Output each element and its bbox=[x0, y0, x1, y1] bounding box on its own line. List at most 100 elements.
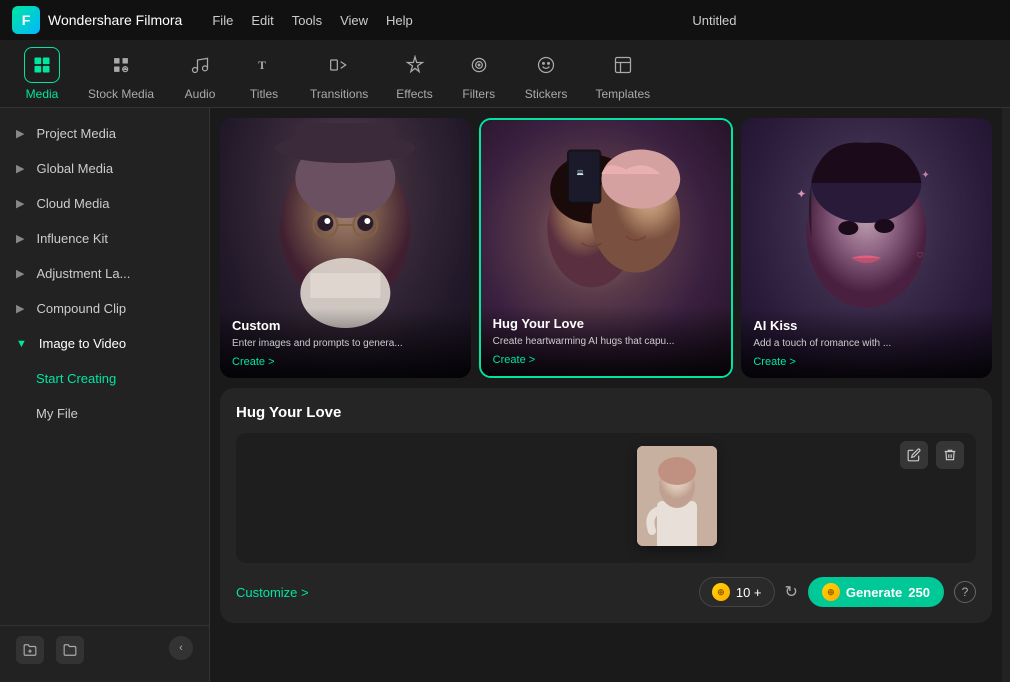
filters-icon bbox=[461, 47, 497, 83]
card-hug-your-love-create[interactable]: Create > bbox=[493, 354, 720, 366]
sidebar-item-image-to-video[interactable]: ▼ Image to Video bbox=[0, 326, 209, 361]
ai-panel: Hug Your Love bbox=[220, 388, 992, 623]
sidebar-item-influence-kit[interactable]: ▶ Influence Kit bbox=[0, 221, 209, 256]
arrow-icon: ▶ bbox=[16, 302, 24, 315]
coin-icon: ⊕ bbox=[712, 583, 730, 601]
tab-transitions-label: Transitions bbox=[310, 87, 368, 101]
content-area: Custom Enter images and prompts to gener… bbox=[210, 108, 1002, 682]
sidebar-item-my-file-label: My File bbox=[36, 406, 78, 421]
customize-button[interactable]: Customize > bbox=[236, 585, 309, 600]
app-name: Wondershare Filmora bbox=[48, 12, 182, 28]
tab-media-label: Media bbox=[26, 87, 59, 101]
effects-icon bbox=[397, 47, 433, 83]
sidebar-item-compound-clip-label: Compound Clip bbox=[36, 301, 126, 316]
uploaded-image bbox=[637, 446, 717, 546]
transitions-icon bbox=[321, 47, 357, 83]
media-icon bbox=[24, 47, 60, 83]
app-logo: F bbox=[12, 6, 40, 34]
arrow-icon: ▶ bbox=[16, 127, 24, 140]
titlebar: F Wondershare Filmora File Edit Tools Vi… bbox=[0, 0, 1010, 40]
tab-stickers-label: Stickers bbox=[525, 87, 568, 101]
card-ai-kiss[interactable]: ✦ ✦ ♡ AI Kiss Add a touch of romance wit… bbox=[741, 118, 992, 378]
coins-count: 10 + bbox=[736, 585, 762, 600]
menu-edit[interactable]: Edit bbox=[251, 13, 273, 28]
card-hug-your-love[interactable]: 💻 Hug Your Love Create heartwarming AI h… bbox=[479, 118, 734, 378]
sidebar-item-global-media[interactable]: ▶ Global Media bbox=[0, 151, 209, 186]
tab-stock-media-label: Stock Media bbox=[88, 87, 154, 101]
help-icon[interactable]: ? bbox=[954, 581, 976, 603]
arrow-icon: ▶ bbox=[16, 162, 24, 175]
menu-view[interactable]: View bbox=[340, 13, 368, 28]
tab-audio-label: Audio bbox=[185, 87, 216, 101]
audio-icon bbox=[182, 47, 218, 83]
menu-file[interactable]: File bbox=[212, 13, 233, 28]
project-title: Untitled bbox=[431, 13, 998, 28]
card-custom-create[interactable]: Create > bbox=[232, 356, 459, 368]
sidebar-item-cloud-media[interactable]: ▶ Cloud Media bbox=[0, 186, 209, 221]
svg-text:✦: ✦ bbox=[797, 187, 807, 201]
ai-panel-title: Hug Your Love bbox=[236, 404, 976, 421]
edit-image-button[interactable] bbox=[900, 441, 928, 469]
generate-button[interactable]: ⊕ Generate 250 bbox=[808, 577, 944, 607]
tab-templates-label: Templates bbox=[595, 87, 650, 101]
cards-row: Custom Enter images and prompts to gener… bbox=[210, 108, 1002, 388]
coins-button[interactable]: ⊕ 10 + bbox=[699, 577, 775, 607]
sidebar-item-project-media-label: Project Media bbox=[36, 126, 115, 141]
menu-tools[interactable]: Tools bbox=[292, 13, 322, 28]
sidebar-footer: ‹ bbox=[0, 625, 209, 674]
generate-coin-icon: ⊕ bbox=[822, 583, 840, 601]
sidebar-item-start-creating-label: Start Creating bbox=[36, 371, 116, 386]
tab-effects[interactable]: Effects bbox=[382, 41, 446, 107]
sidebar-item-adjustment-layer[interactable]: ▶ Adjustment La... bbox=[0, 256, 209, 291]
add-folder-button[interactable] bbox=[16, 636, 44, 664]
tab-effects-label: Effects bbox=[396, 87, 432, 101]
stickers-icon bbox=[528, 47, 564, 83]
sidebar-item-adjustment-layer-label: Adjustment La... bbox=[36, 266, 130, 281]
svg-text:♡: ♡ bbox=[917, 251, 924, 260]
card-ai-kiss-desc: Add a touch of romance with ... bbox=[753, 337, 980, 350]
sidebar-item-project-media[interactable]: ▶ Project Media bbox=[0, 116, 209, 151]
sidebar-item-my-file[interactable]: My File bbox=[0, 396, 209, 431]
arrow-icon: ▶ bbox=[16, 197, 24, 210]
sidebar-collapse-button[interactable]: ‹ bbox=[169, 636, 193, 660]
tab-templates[interactable]: Templates bbox=[581, 41, 664, 107]
card-ai-kiss-title: AI Kiss bbox=[753, 318, 980, 333]
sidebar: ▶ Project Media ▶ Global Media ▶ Cloud M… bbox=[0, 108, 210, 682]
upload-area[interactable] bbox=[236, 433, 976, 563]
card-ai-kiss-overlay: AI Kiss Add a touch of romance with ... … bbox=[741, 308, 992, 378]
sidebar-item-global-media-label: Global Media bbox=[36, 161, 113, 176]
upload-action-icons bbox=[900, 441, 964, 469]
menu-help[interactable]: Help bbox=[386, 13, 413, 28]
tab-transitions[interactable]: Transitions bbox=[296, 41, 382, 107]
card-ai-kiss-create[interactable]: Create > bbox=[753, 356, 980, 368]
tab-stickers[interactable]: Stickers bbox=[511, 41, 582, 107]
tab-audio[interactable]: Audio bbox=[168, 41, 232, 107]
generate-coins: 250 bbox=[908, 585, 930, 600]
action-bar: Customize > ⊕ 10 + ↻ ⊕ Generate 250 ? bbox=[236, 577, 976, 607]
generate-label: Generate bbox=[846, 585, 902, 600]
sidebar-item-start-creating[interactable]: Start Creating bbox=[0, 361, 209, 396]
tab-media[interactable]: Media bbox=[10, 41, 74, 107]
card-custom-title: Custom bbox=[232, 318, 459, 333]
titles-icon: T bbox=[246, 47, 282, 83]
templates-icon bbox=[605, 47, 641, 83]
arrow-down-icon: ▼ bbox=[16, 338, 27, 350]
tab-stock-media[interactable]: Stock Media bbox=[74, 41, 168, 107]
tab-filters[interactable]: Filters bbox=[447, 41, 511, 107]
stock-media-icon bbox=[103, 47, 139, 83]
sidebar-item-compound-clip[interactable]: ▶ Compound Clip bbox=[0, 291, 209, 326]
card-custom[interactable]: Custom Enter images and prompts to gener… bbox=[220, 118, 471, 378]
delete-image-button[interactable] bbox=[936, 441, 964, 469]
new-folder-button[interactable] bbox=[56, 636, 84, 664]
scrollbar[interactable] bbox=[1002, 108, 1010, 682]
svg-text:T: T bbox=[258, 59, 266, 72]
refresh-icon[interactable]: ↻ bbox=[785, 582, 798, 602]
arrow-icon: ▶ bbox=[16, 232, 24, 245]
card-custom-overlay: Custom Enter images and prompts to gener… bbox=[220, 308, 471, 378]
tabbar: Media Stock Media Audio T Titles Transit… bbox=[0, 40, 1010, 108]
card-hug-your-love-overlay: Hug Your Love Create heartwarming AI hug… bbox=[481, 306, 732, 376]
arrow-icon: ▶ bbox=[16, 267, 24, 280]
tab-filters-label: Filters bbox=[462, 87, 495, 101]
sidebar-item-image-to-video-label: Image to Video bbox=[39, 336, 126, 351]
tab-titles[interactable]: T Titles bbox=[232, 41, 296, 107]
